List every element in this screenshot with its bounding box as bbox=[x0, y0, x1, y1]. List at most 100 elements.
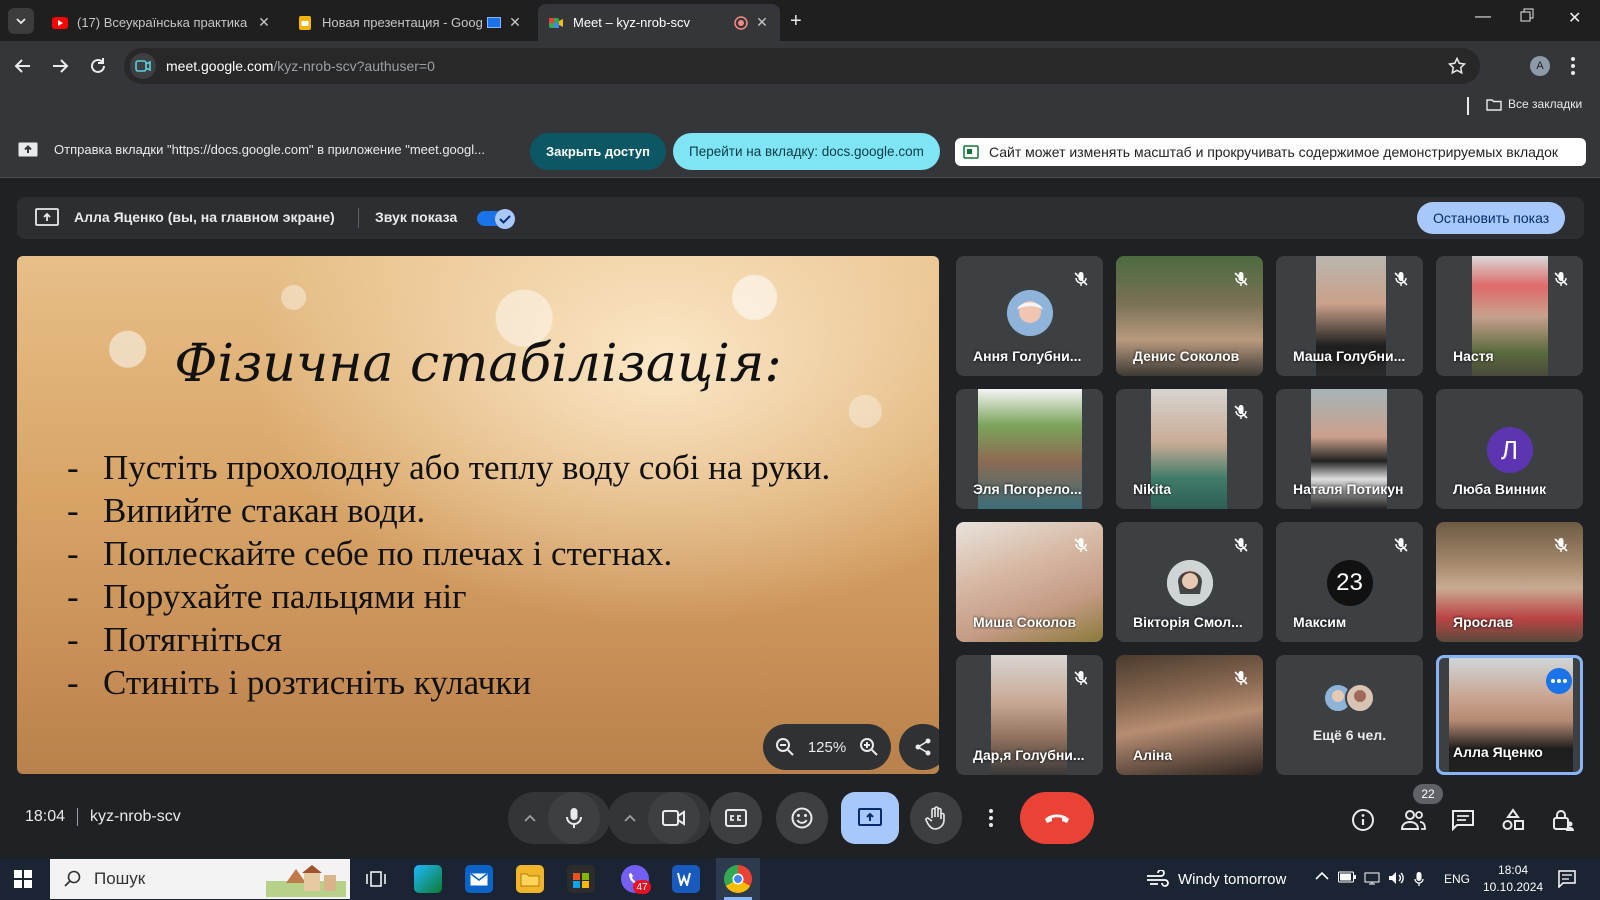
close-access-button[interactable]: Закрыть доступ bbox=[530, 133, 666, 170]
reactions-button[interactable] bbox=[776, 792, 828, 844]
mic-in-use-icon[interactable] bbox=[1414, 871, 1424, 887]
host-controls-button[interactable] bbox=[1548, 805, 1578, 835]
participant-tile[interactable]: Ання Голубни... bbox=[956, 256, 1103, 376]
chevron-up-icon bbox=[624, 814, 636, 822]
audio-settings-caret[interactable] bbox=[520, 808, 540, 828]
address-bar[interactable]: meet.google.com/kyz-nrob-scv?authuser=0 bbox=[124, 48, 1480, 84]
info-icon bbox=[1352, 809, 1374, 831]
tab-search-button[interactable] bbox=[8, 8, 34, 34]
close-icon[interactable]: ✕ bbox=[754, 14, 770, 31]
more-vertical-icon bbox=[989, 809, 993, 827]
profile-avatar[interactable]: A bbox=[1530, 56, 1550, 76]
participant-tile[interactable]: 23 Максим bbox=[1276, 522, 1423, 642]
store-icon bbox=[573, 873, 589, 888]
weather-text: Windy tomorrow bbox=[1178, 870, 1287, 888]
edge-taskbar-icon[interactable] bbox=[414, 865, 442, 893]
youtube-icon bbox=[52, 16, 68, 29]
activities-button[interactable] bbox=[1498, 805, 1528, 835]
participant-tile[interactable]: Аліна bbox=[1116, 655, 1263, 775]
all-bookmarks-button[interactable]: Все закладки bbox=[1486, 97, 1582, 111]
captions-button[interactable] bbox=[710, 792, 762, 844]
bookmark-star-icon[interactable] bbox=[1448, 57, 1466, 75]
volume-icon[interactable] bbox=[1388, 871, 1406, 885]
back-button[interactable] bbox=[11, 54, 35, 78]
site-info-button[interactable] bbox=[130, 53, 156, 79]
present-now-button[interactable] bbox=[841, 792, 899, 844]
close-icon[interactable]: ✕ bbox=[256, 14, 272, 31]
tile-more-options-button[interactable] bbox=[1546, 668, 1572, 694]
close-window-button[interactable]: ✕ bbox=[1568, 8, 1581, 28]
browser-tab-meet[interactable]: Meet – kyz-nrob-scv ✕ bbox=[538, 4, 780, 41]
camera-button[interactable] bbox=[648, 792, 700, 844]
taskbar-clock[interactable]: 18:04 10.10.2024 bbox=[1483, 862, 1543, 896]
taskbar-search-box[interactable]: Пошук bbox=[50, 859, 350, 899]
mail-taskbar-icon[interactable] bbox=[465, 865, 493, 893]
zoom-in-icon[interactable] bbox=[859, 737, 879, 757]
share-options-button[interactable] bbox=[899, 724, 939, 770]
participant-tile[interactable]: Миша Соколов bbox=[956, 522, 1103, 642]
goto-shared-tab-button[interactable]: Перейти на вкладку: docs.google.com bbox=[673, 133, 940, 170]
participant-tile[interactable]: Денис Соколов bbox=[1116, 256, 1263, 376]
battery-icon[interactable] bbox=[1338, 871, 1356, 883]
notifications-icon[interactable] bbox=[1558, 870, 1576, 888]
reload-button[interactable] bbox=[86, 54, 110, 78]
microphone-button[interactable] bbox=[548, 792, 600, 844]
participant-tile[interactable]: Наталя Потикун bbox=[1276, 389, 1423, 509]
participant-tile[interactable]: Nikita bbox=[1116, 389, 1263, 509]
participant-tile[interactable]: Маша Голубни... bbox=[1276, 256, 1423, 376]
participant-tile[interactable]: Вікторія Смол... bbox=[1116, 522, 1263, 642]
participant-tile-self[interactable]: Алла Яценко bbox=[1436, 655, 1583, 775]
restore-button[interactable] bbox=[1520, 8, 1534, 22]
start-button[interactable] bbox=[14, 870, 32, 888]
tray-overflow-icon[interactable] bbox=[1315, 871, 1329, 881]
file-explorer-taskbar-icon[interactable] bbox=[516, 865, 544, 893]
browser-tab-strip: (17) Всеукраїнська практика «І ✕ Новая п… bbox=[0, 0, 1600, 41]
participant-name: Дар,я Голубни... bbox=[973, 747, 1085, 763]
browser-tab-youtube[interactable]: (17) Всеукраїнська практика «І ✕ bbox=[42, 4, 282, 41]
participant-name: Маша Голубни... bbox=[1293, 348, 1406, 364]
raise-hand-button[interactable] bbox=[910, 792, 962, 844]
participant-tile[interactable]: Ярослав bbox=[1436, 522, 1583, 642]
people-button[interactable] bbox=[1398, 805, 1428, 835]
meet-stage: Алла Яценко (вы, на главном экране) Звук… bbox=[0, 178, 1600, 858]
participant-name: Максим bbox=[1293, 614, 1347, 630]
mic-off-icon bbox=[1394, 538, 1408, 552]
new-tab-button[interactable]: + bbox=[790, 10, 802, 33]
word-taskbar-icon[interactable] bbox=[672, 865, 700, 893]
store-taskbar-icon[interactable] bbox=[567, 865, 595, 893]
participant-tile[interactable]: Настя bbox=[1436, 256, 1583, 376]
slides-icon bbox=[299, 15, 311, 30]
more-options-button[interactable] bbox=[976, 792, 1006, 844]
input-language[interactable]: ENG bbox=[1444, 872, 1470, 886]
share-audio-toggle[interactable] bbox=[477, 208, 515, 229]
stop-presenting-button[interactable]: Остановить показ bbox=[1417, 202, 1566, 234]
participant-tile[interactable]: Эля Погорело... bbox=[956, 389, 1103, 509]
zoom-out-icon[interactable] bbox=[775, 737, 795, 757]
clock-time: 18:04 bbox=[1498, 863, 1529, 877]
forward-button[interactable] bbox=[48, 54, 72, 78]
chevron-down-icon bbox=[16, 18, 26, 25]
chrome-taskbar-icon[interactable] bbox=[724, 865, 752, 893]
participant-tile[interactable]: Л Люба Винник bbox=[1436, 389, 1583, 509]
recording-icon bbox=[734, 15, 748, 30]
participant-tile[interactable]: Дар,я Голубни... bbox=[956, 655, 1103, 775]
more-participants-tile[interactable]: Ещё 6 чел. bbox=[1276, 655, 1423, 775]
present-screen-icon bbox=[858, 808, 882, 826]
participant-name: Наталя Потикун bbox=[1293, 481, 1404, 497]
participant-name: Эля Погорело... bbox=[973, 481, 1082, 497]
people-icon bbox=[1400, 810, 1426, 830]
weather-widget[interactable]: Windy tomorrow bbox=[1146, 870, 1286, 888]
viber-unread-badge: 47 bbox=[633, 880, 651, 894]
browser-menu-icon[interactable] bbox=[1570, 56, 1576, 76]
meeting-details-button[interactable] bbox=[1348, 805, 1378, 835]
close-icon[interactable]: ✕ bbox=[507, 14, 523, 31]
video-settings-caret[interactable] bbox=[620, 808, 640, 828]
browser-tab-slides[interactable]: Новая презентация - Goog ✕ bbox=[287, 4, 533, 41]
network-icon[interactable] bbox=[1364, 871, 1380, 885]
task-view-button[interactable] bbox=[362, 865, 390, 893]
minimize-button[interactable]: — bbox=[1475, 8, 1491, 26]
camera-icon bbox=[135, 60, 151, 72]
zoom-control: 125% bbox=[763, 724, 891, 770]
leave-call-button[interactable] bbox=[1020, 792, 1094, 844]
chat-button[interactable] bbox=[1448, 805, 1478, 835]
